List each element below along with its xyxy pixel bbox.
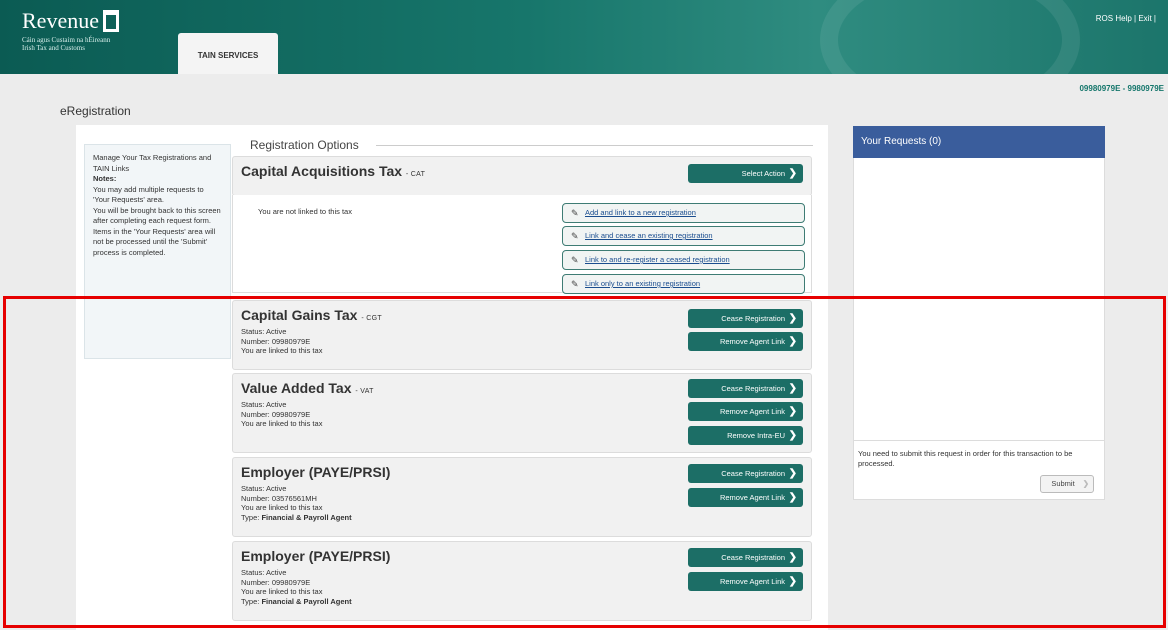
tax-details: Status: Active Number: 09980979E You are… (241, 568, 352, 606)
tax-linked: You are linked to this tax (241, 346, 323, 355)
tax-linked: You are linked to this tax (241, 587, 323, 596)
remove-agent-link-button[interactable]: Remove Agent Link ❯ (688, 332, 803, 351)
not-linked-text: You are not linked to this tax (258, 207, 352, 216)
notes-heading: Notes: (93, 174, 117, 183)
tax-code: - VAT (355, 388, 374, 395)
tax-status: Status: Active (241, 484, 287, 493)
pencil-icon: ✎ (571, 208, 579, 218)
logo-text: Revenue (22, 8, 99, 33)
tax-status: Status: Active (241, 568, 287, 577)
chevron-right-icon: ❯ (788, 576, 797, 587)
tax-number: Number: 03576561MH (241, 493, 317, 503)
submit-message: You need to submit this request in order… (858, 449, 1073, 468)
top-links: ROS Help | Exit | (1096, 14, 1156, 23)
note-item: You may add multiple requests to 'Your R… (93, 184, 204, 205)
divider (853, 440, 1105, 441)
harp-icon (102, 10, 119, 32)
chevron-right-icon: ❯ (1082, 479, 1089, 488)
revenue-logo[interactable]: Revenue Cáin agus Custaim na hÉireann Ir… (22, 8, 119, 52)
tax-details: Status: Active Number: 03576561MH You ar… (241, 484, 352, 522)
note-item: You will be brought back to this screen … (93, 205, 221, 226)
chevron-right-icon: ❯ (788, 468, 797, 479)
cease-registration-button[interactable]: Cease Registration ❯ (688, 548, 803, 567)
cease-registration-button[interactable]: Cease Registration ❯ (688, 309, 803, 328)
tax-linked: You are linked to this tax (241, 503, 323, 512)
tax-title: Capital Gains Tax - CGT (241, 307, 382, 323)
ros-help-link[interactable]: ROS Help (1096, 14, 1132, 23)
link-separator: | (1134, 14, 1137, 23)
tax-type: Type: Financial & Payroll Agent (241, 512, 352, 522)
tax-status: Status: Active (241, 400, 287, 409)
pencil-icon: ✎ (571, 231, 579, 241)
tab-tain-services[interactable]: TAIN SERVICES (178, 33, 278, 74)
pencil-icon: ✎ (571, 279, 579, 289)
chevron-right-icon: ❯ (788, 430, 797, 441)
your-requests-heading: Your Requests (0) (853, 126, 1105, 158)
tax-title: Employer (PAYE/PRSI) (241, 548, 391, 564)
remove-agent-link-button[interactable]: Remove Agent Link ❯ (688, 488, 803, 507)
tax-number: Number: 09980979E (241, 336, 311, 346)
chevron-right-icon: ❯ (788, 313, 797, 324)
help-notes-panel: Manage Your Tax Registrations and TAIN L… (84, 144, 231, 359)
account-ids: 09980979E - 9980979E (1079, 84, 1164, 93)
divider (376, 145, 813, 146)
cease-registration-button[interactable]: Cease Registration ❯ (688, 464, 803, 483)
tax-linked: You are linked to this tax (241, 419, 323, 428)
logo-subtitle-irish: Cáin agus Custaim na hÉireann (22, 36, 111, 44)
logo-subtitle-english: Irish Tax and Customs (22, 44, 85, 52)
remove-intra-eu-button[interactable]: Remove Intra-EU ❯ (688, 426, 803, 445)
chevron-right-icon: ❯ (788, 406, 797, 417)
notes-intro: Manage Your Tax Registrations and TAIN L… (93, 153, 212, 173)
top-banner: Revenue Cáin agus Custaim na hÉireann Ir… (0, 0, 1168, 74)
remove-agent-link-button[interactable]: Remove Agent Link ❯ (688, 402, 803, 421)
link-cease-registration-link[interactable]: ✎ Link and cease an existing registration (562, 226, 805, 246)
chevron-right-icon: ❯ (788, 336, 797, 347)
note-item: Items in the 'Your Requests' area will n… (93, 226, 216, 257)
page-title: eRegistration (60, 104, 131, 118)
chevron-right-icon: ❯ (788, 552, 797, 563)
pencil-icon: ✎ (571, 255, 579, 265)
your-requests-panel (853, 126, 1105, 500)
tax-number: Number: 09980979E (241, 577, 311, 587)
tax-status: Status: Active (241, 327, 287, 336)
registration-options-heading: Registration Options (250, 138, 359, 152)
cease-registration-button[interactable]: Cease Registration ❯ (688, 379, 803, 398)
tax-code: - CGT (361, 315, 382, 322)
tax-title: Value Added Tax - VAT (241, 380, 374, 396)
add-new-registration-link[interactable]: ✎ Add and link to a new registration (562, 203, 805, 223)
tax-code: - CAT (405, 171, 426, 178)
tax-details: Status: Active Number: 09980979E You are… (241, 327, 322, 356)
remove-agent-link-button[interactable]: Remove Agent Link ❯ (688, 572, 803, 591)
select-action-button[interactable]: Select Action ❯ (688, 164, 803, 183)
exit-link[interactable]: Exit (1138, 14, 1151, 23)
tax-type: Type: Financial & Payroll Agent (241, 596, 352, 606)
link-existing-registration-link[interactable]: ✎ Link only to an existing registration (562, 274, 805, 294)
chevron-right-icon: ❯ (788, 383, 797, 394)
banner-decoration (820, 0, 1080, 74)
tax-title: Capital Acquisitions Tax - CAT (241, 163, 426, 179)
tax-details: Status: Active Number: 09980979E You are… (241, 400, 322, 429)
chevron-right-icon: ❯ (788, 168, 797, 179)
re-register-ceased-link[interactable]: ✎ Link to and re-register a ceased regist… (562, 250, 805, 270)
submit-button[interactable]: Submit ❯ (1040, 475, 1094, 493)
tax-number: Number: 09980979E (241, 409, 311, 419)
tax-title: Employer (PAYE/PRSI) (241, 464, 391, 480)
chevron-right-icon: ❯ (788, 492, 797, 503)
link-separator: | (1153, 14, 1156, 23)
